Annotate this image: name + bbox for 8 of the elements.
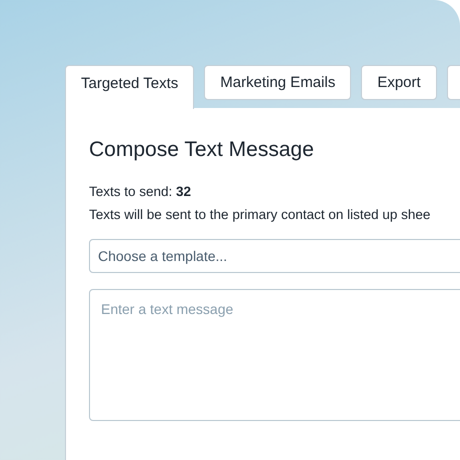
template-select[interactable]: Choose a template... (89, 239, 460, 273)
message-field[interactable]: Enter a text message (89, 289, 460, 421)
texts-count: Texts to send: 32 (89, 183, 192, 201)
recipient-note: Texts will be sent to the primary contact on listed up shee (89, 206, 432, 224)
panel-heading: Compose Text Message (89, 138, 315, 162)
tab[interactable]: Marketing Emails (204, 65, 352, 100)
tab[interactable]: Targeted Texts (65, 65, 194, 109)
tab[interactable]: Export (361, 65, 437, 100)
